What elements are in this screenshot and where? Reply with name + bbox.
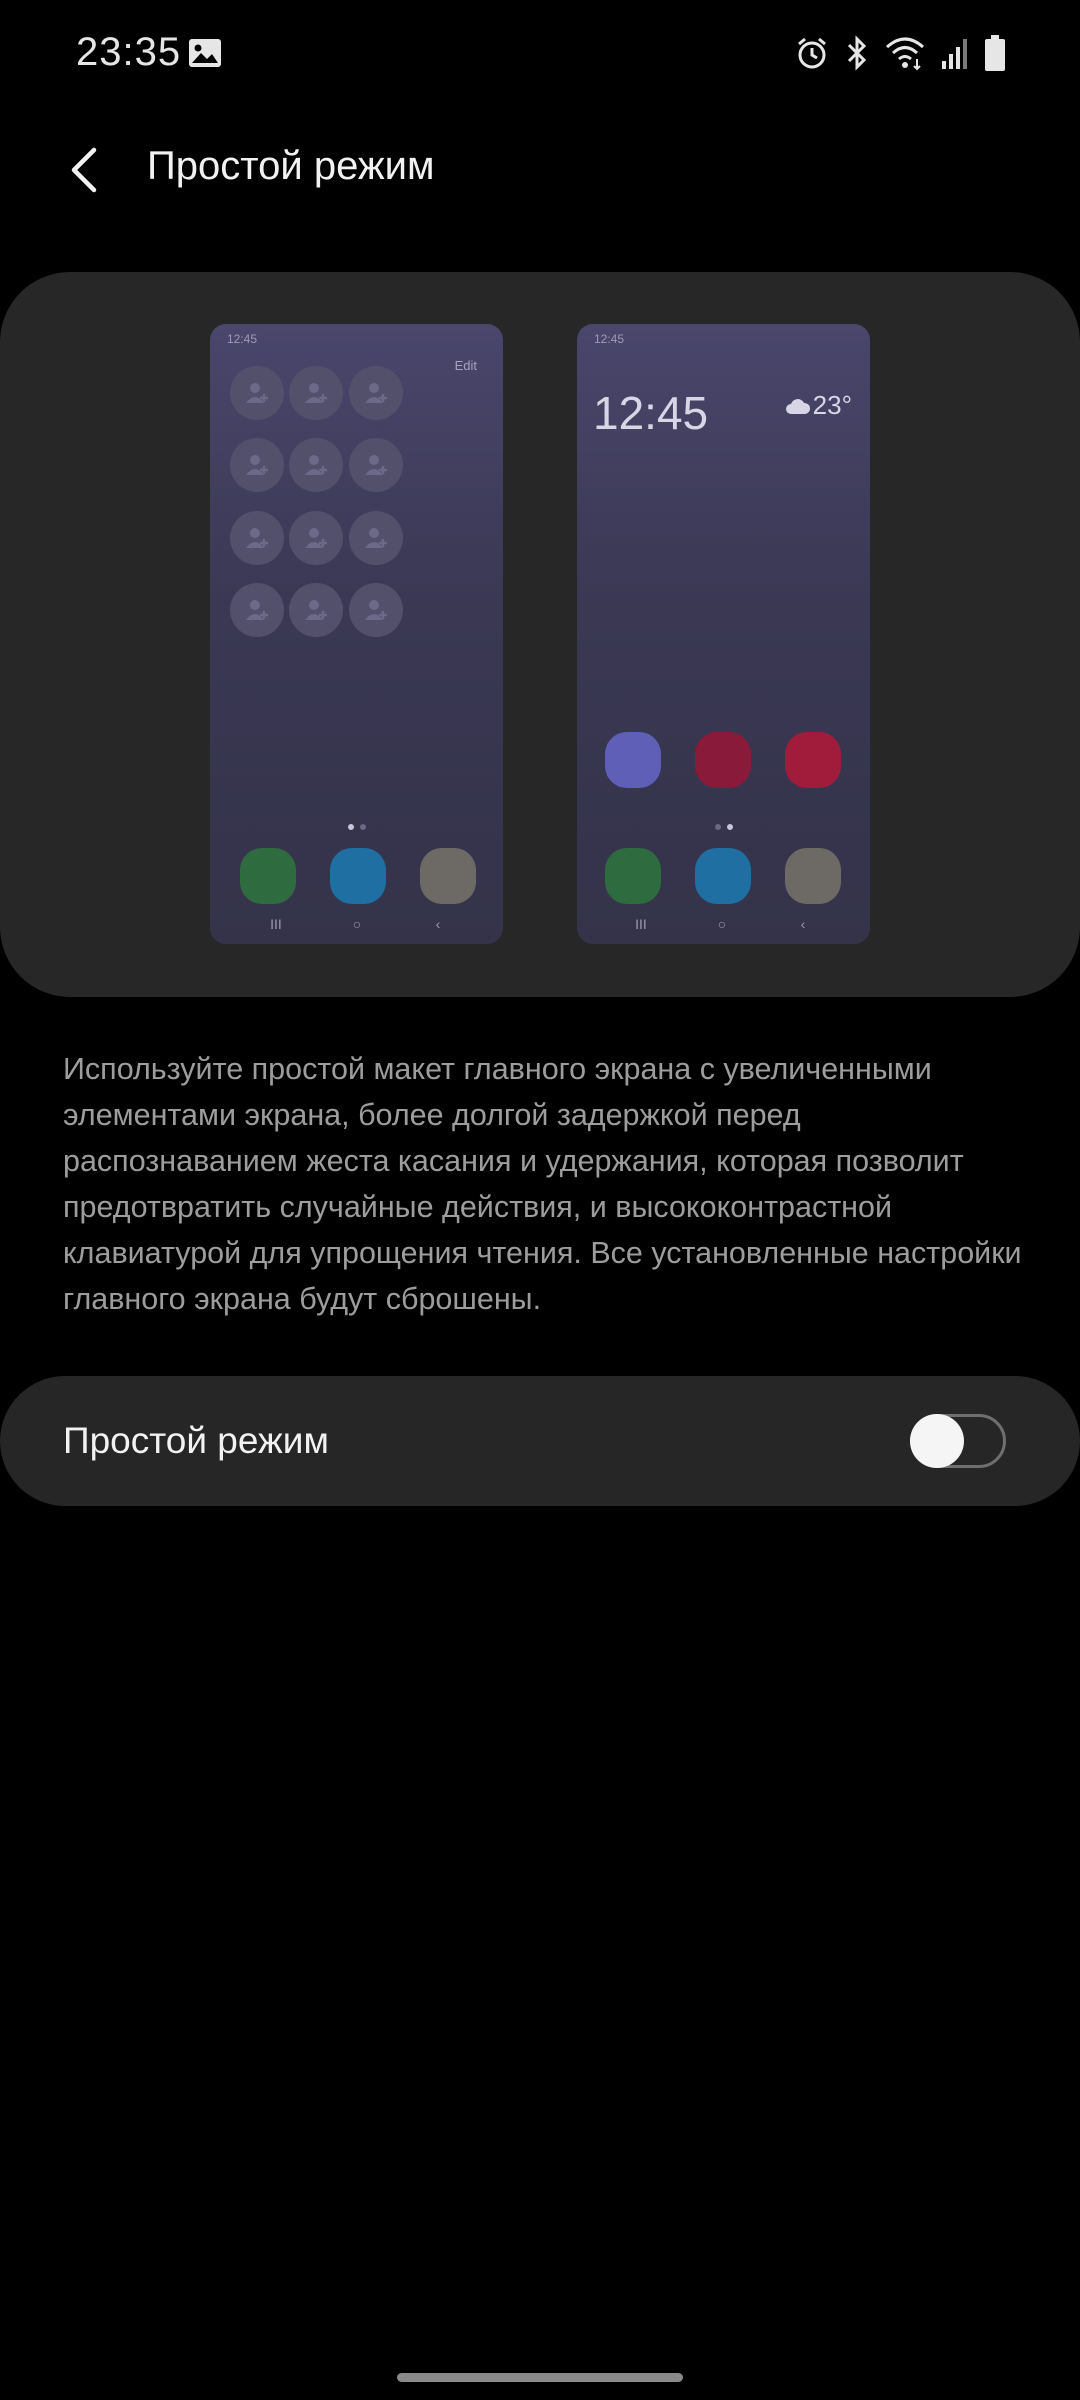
preview-card: 12:45 Edit III ○ ‹ 12:45 12:45 23° III ○… (0, 272, 1080, 997)
easy-mode-preview: 12:45 12:45 23° III ○ ‹ (577, 324, 870, 944)
signal-icon (942, 39, 967, 69)
dock-app-icon (240, 848, 296, 904)
add-contact-icon (305, 383, 327, 403)
easy-mode-switch[interactable] (910, 1414, 1006, 1468)
preview-temperature: 23° (812, 390, 852, 420)
preview-edit-label: Edit (454, 358, 477, 373)
screen: 23:35 Простой режим 12:45 Edit III ○ ‹ 1… (0, 0, 1080, 2400)
alarm-icon (798, 37, 826, 69)
header: Простой режим (0, 120, 1080, 220)
recents-nav-icon: III (270, 916, 282, 932)
back-nav-icon: ‹ (800, 916, 806, 932)
add-contact-placeholder (349, 366, 403, 420)
dock-app-icon (330, 848, 386, 904)
page-title: Простой режим (147, 144, 435, 188)
recents-nav-icon: III (635, 916, 647, 932)
preview-weather-widget: 23° (785, 390, 852, 421)
home-nav-icon: ○ (352, 916, 362, 932)
status-time: 23:35 (76, 30, 182, 74)
add-contact-placeholder (289, 438, 343, 492)
add-contact-placeholder (230, 438, 284, 492)
page-dot (726, 824, 733, 830)
add-contact-icon (246, 455, 268, 475)
dock-app-icon (605, 848, 661, 904)
add-contact-icon (365, 528, 387, 548)
add-contact-placeholder (289, 511, 343, 565)
dock-app-icon (420, 848, 476, 904)
gallery-icon (189, 39, 221, 67)
easy-app-icon (785, 732, 841, 788)
dock-app-icon (695, 848, 751, 904)
add-contact-placeholder (230, 583, 284, 637)
easy-app-icon (605, 732, 661, 788)
add-contact-placeholder (349, 511, 403, 565)
add-contact-placeholder (349, 438, 403, 492)
add-contact-placeholder (289, 366, 343, 420)
page-dot (359, 824, 366, 830)
standard-mode-preview: 12:45 Edit III ○ ‹ (210, 324, 503, 944)
add-contact-icon (365, 455, 387, 475)
cloud-icon (785, 398, 810, 414)
bluetooth-icon (847, 35, 867, 71)
back-button[interactable] (52, 138, 116, 202)
preview-clock-widget: 12:45 (593, 387, 709, 439)
add-contact-placeholder (289, 583, 343, 637)
add-contact-placeholder (349, 583, 403, 637)
add-contact-icon (246, 383, 268, 403)
add-contact-icon (246, 528, 268, 548)
add-contact-icon (305, 528, 327, 548)
easy-mode-toggle-row[interactable]: Простой режим (0, 1376, 1080, 1506)
chevron-left-icon (71, 147, 97, 193)
add-contact-icon (365, 600, 387, 620)
page-dot (347, 824, 354, 830)
dock-app-icon (785, 848, 841, 904)
add-contact-placeholder (230, 366, 284, 420)
home-nav-icon: ○ (717, 916, 727, 932)
wifi-icon (886, 37, 924, 71)
status-bar: 23:35 (0, 0, 1080, 110)
battery-icon (985, 35, 1005, 71)
page-dot (714, 824, 721, 830)
add-contact-icon (246, 600, 268, 620)
preview-status-time: 12:45 (594, 332, 625, 346)
toggle-label: Простой режим (63, 1420, 329, 1461)
switch-thumb (910, 1414, 964, 1468)
page-indicator (210, 824, 503, 830)
home-indicator[interactable] (397, 2373, 683, 2382)
add-contact-icon (365, 383, 387, 403)
page-indicator (577, 824, 870, 830)
add-contact-icon (305, 455, 327, 475)
mode-description: Используйте простой макет главного экран… (63, 1052, 1022, 1316)
preview-status-time: 12:45 (227, 332, 258, 346)
easy-app-icon (695, 732, 751, 788)
back-nav-icon: ‹ (435, 916, 441, 932)
add-contact-icon (305, 600, 327, 620)
add-contact-placeholder (230, 511, 284, 565)
status-icons (794, 34, 1006, 72)
